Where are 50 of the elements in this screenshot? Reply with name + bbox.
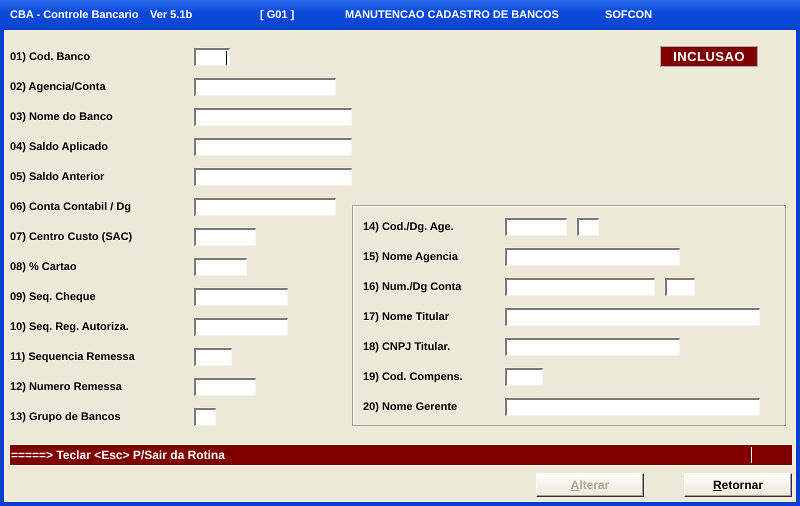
digit-field[interactable] [665, 278, 695, 296]
window-title: [ G01 ] [260, 9, 296, 21]
window-title: MANUTENCAO CADASTRO DE BANCOS [345, 9, 560, 21]
input-field[interactable] [194, 108, 352, 126]
field-label: 05) Saldo Anterior [10, 171, 106, 183]
field-label: 06) Conta Contabil / Dg [10, 201, 132, 213]
input-field[interactable] [194, 408, 216, 426]
status-text: =====> Teclar <Esc> P/Sair da Rotina [10, 448, 225, 462]
input-field[interactable] [505, 368, 543, 386]
field-label: 01) Cod. Banco [10, 51, 92, 63]
field-label: 15) Nome Agencia [363, 251, 459, 263]
input-field[interactable] [194, 198, 336, 216]
field-label: 11) Sequencia Remessa [10, 351, 136, 363]
field-label: 10) Seq. Reg. Autoriza. [10, 321, 130, 333]
field-label: 20) Nome Gerente [363, 401, 458, 413]
input-field[interactable] [194, 378, 256, 396]
field-label: 14) Cod./Dg. Age. [363, 221, 455, 233]
field-label: 19) Cod. Compens. [363, 371, 464, 383]
input-field[interactable] [194, 288, 288, 306]
input-field[interactable] [505, 308, 760, 326]
window-title: Ver 5.1b [150, 9, 194, 21]
field-label: 17) Nome Titular [363, 311, 450, 323]
input-field[interactable] [194, 138, 352, 156]
return-button[interactable]: Retornar [684, 473, 792, 497]
field-label: 09) Seq. Cheque [10, 291, 97, 303]
input-field[interactable] [505, 278, 655, 296]
field-label: 18) CNPJ Titular. [363, 341, 452, 353]
field-label: 07) Centro Custo (SAC) [10, 231, 134, 243]
input-field[interactable] [194, 258, 247, 276]
input-field[interactable] [194, 348, 232, 366]
input-field[interactable] [194, 318, 288, 336]
field-label: 16) Num./Dg Conta [363, 281, 462, 293]
mode-badge: INCLUSAO [660, 46, 758, 67]
field-label: 08) % Cartao [10, 261, 78, 273]
input-field[interactable] [505, 248, 680, 266]
window-title: CBA - Controle Bancario [10, 9, 140, 21]
input-field[interactable] [194, 168, 352, 186]
field-label: 03) Nome do Banco [10, 111, 114, 123]
digit-field[interactable] [577, 218, 599, 236]
input-field[interactable] [194, 228, 256, 246]
field-label: 13) Grupo de Bancos [10, 411, 122, 423]
field-label: 04) Saldo Aplicado [10, 141, 110, 153]
input-field[interactable] [194, 48, 230, 66]
input-field[interactable] [505, 218, 567, 236]
field-label: 12) Numero Remessa [10, 381, 123, 393]
input-field[interactable] [194, 78, 336, 96]
window-title: SOFCON [605, 9, 654, 21]
input-field[interactable] [505, 338, 680, 356]
field-label: 02) Agencia/Conta [10, 81, 107, 93]
input-field[interactable] [505, 398, 760, 416]
